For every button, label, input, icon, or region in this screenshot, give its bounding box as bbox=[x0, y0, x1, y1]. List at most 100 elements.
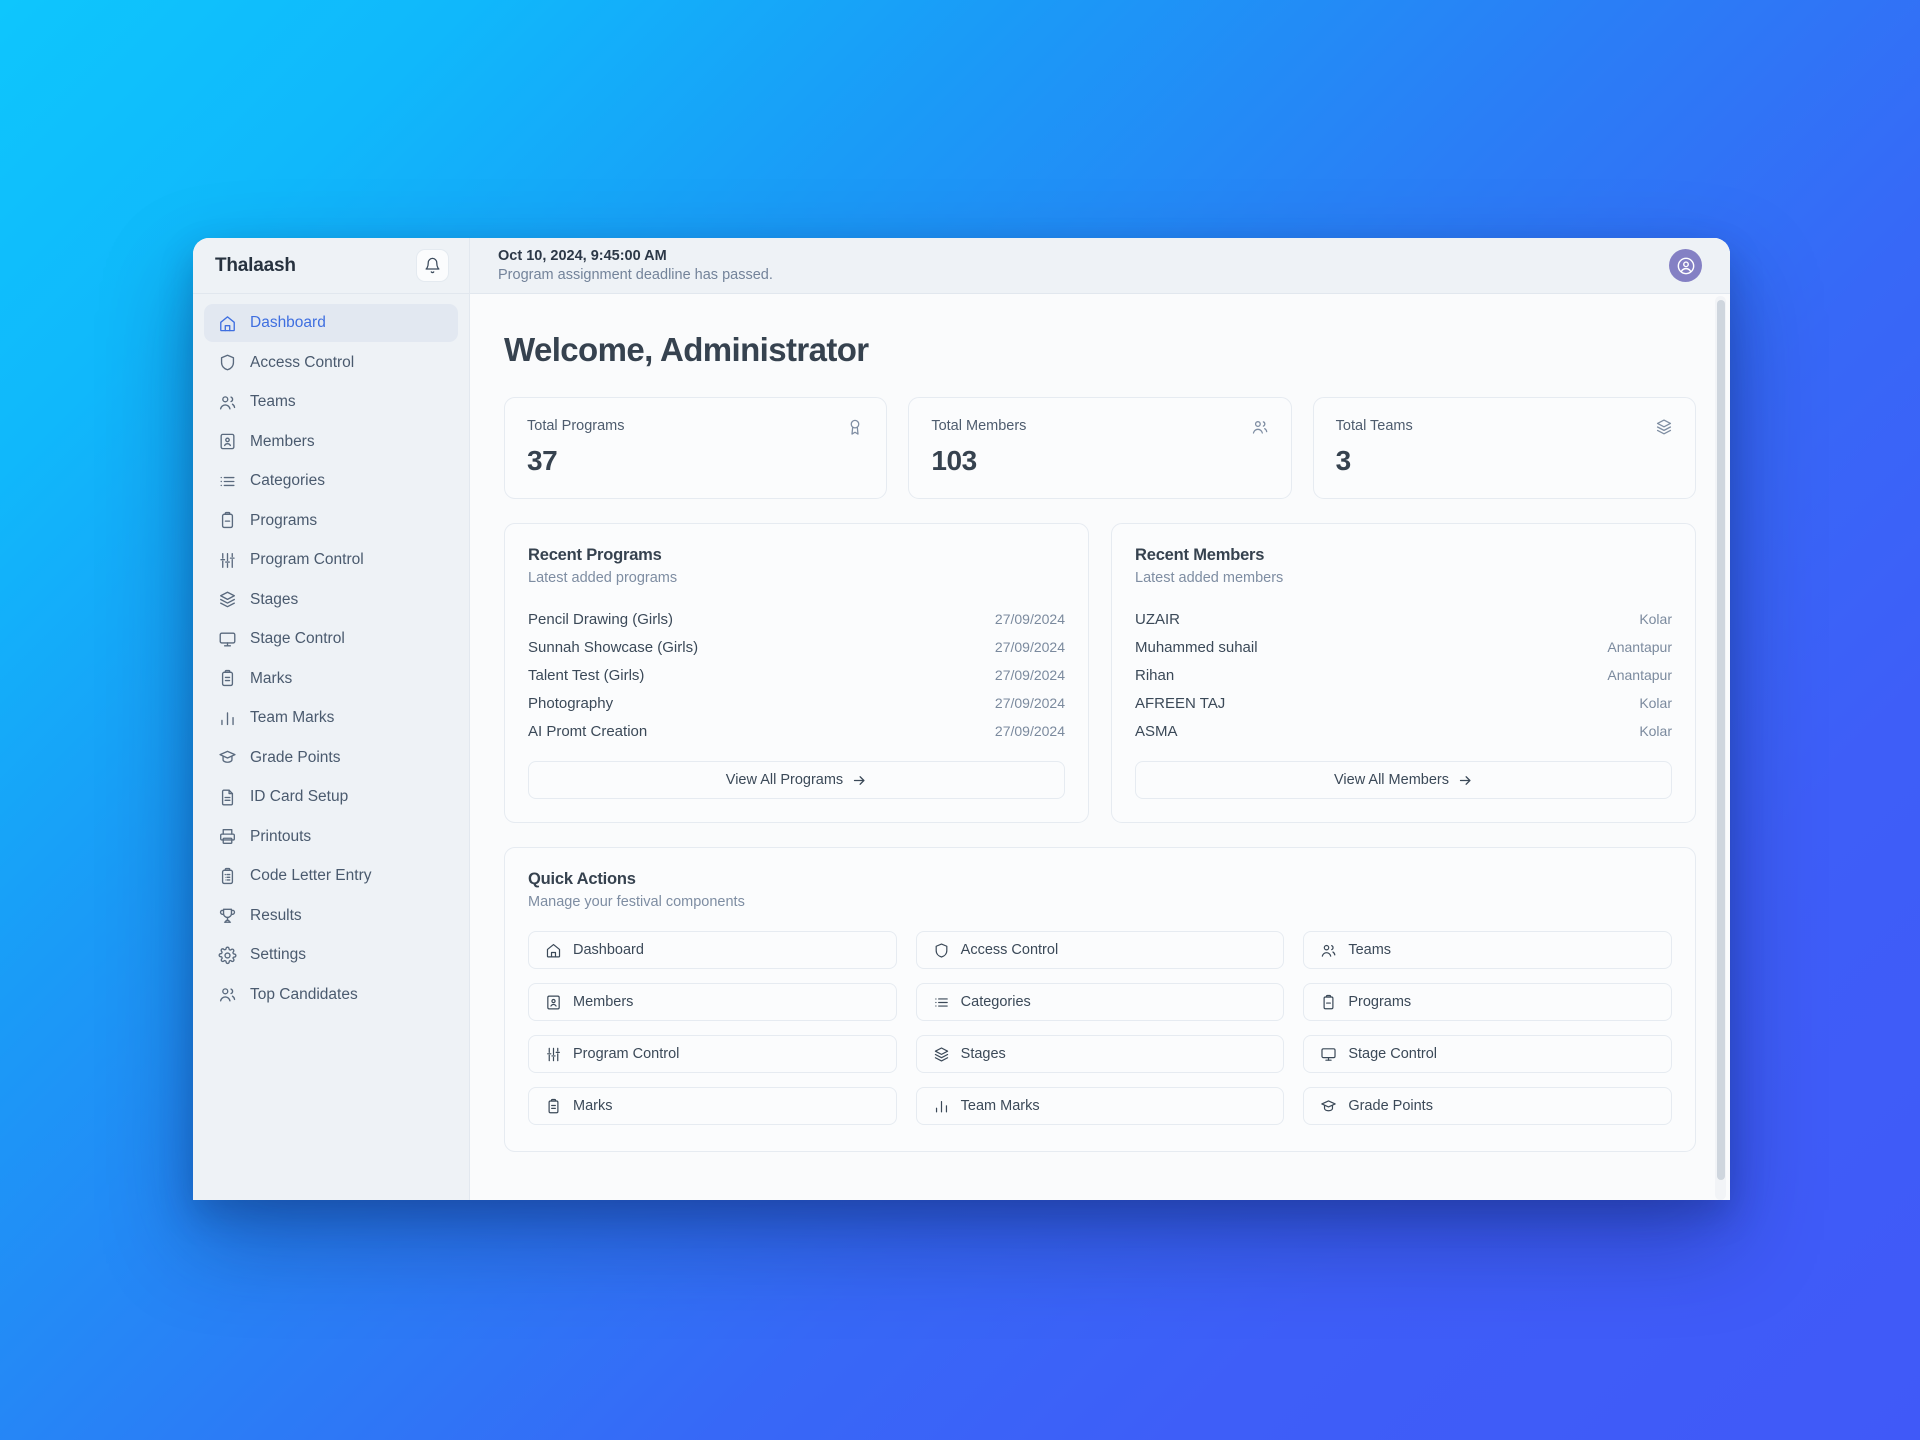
sidebar-item-stage-control[interactable]: Stage Control bbox=[204, 620, 458, 658]
view-all-programs-label: View All Programs bbox=[725, 772, 844, 788]
sidebar-item-teams[interactable]: Teams bbox=[204, 383, 458, 421]
list-item[interactable]: Sunnah Showcase (Girls) 27/09/2024 bbox=[528, 633, 1065, 661]
recent-members-subtitle: Latest added members bbox=[1135, 570, 1284, 586]
layers-icon bbox=[933, 1046, 950, 1063]
list-item[interactable]: AFREEN TAJ Kolar bbox=[1135, 689, 1672, 717]
stat-label: Total Members bbox=[931, 418, 1027, 434]
sidebar-item-results[interactable]: Results bbox=[204, 897, 458, 935]
layers-icon bbox=[218, 590, 237, 609]
sidebar-item-dashboard[interactable]: Dashboard bbox=[204, 304, 458, 342]
quick-action-grade-points[interactable]: Grade Points bbox=[1303, 1087, 1672, 1125]
quick-action-access-control[interactable]: Access Control bbox=[915, 931, 1285, 969]
sidebar-item-team-marks[interactable]: Team Marks bbox=[204, 699, 458, 737]
sidebar-item-printouts[interactable]: Printouts bbox=[204, 818, 458, 856]
award-icon bbox=[846, 418, 864, 436]
quick-action-teams[interactable]: Teams bbox=[1303, 931, 1672, 969]
printer-icon bbox=[218, 827, 237, 846]
list-item-meta: 27/09/2024 bbox=[994, 723, 1065, 739]
arrow-right-icon bbox=[852, 773, 867, 788]
list-item-meta: 27/09/2024 bbox=[994, 667, 1065, 683]
sidebar-item-label: Dashboard bbox=[250, 314, 326, 331]
sidebar-item-access-control[interactable]: Access Control bbox=[204, 344, 458, 382]
topbar-notice: Program assignment deadline has passed. bbox=[498, 266, 773, 283]
stats-row: Total Programs 37 Total Members 103 Total Te… bbox=[504, 397, 1696, 499]
clipboard-list-icon bbox=[218, 867, 237, 886]
sidebar-item-stages[interactable]: Stages bbox=[204, 581, 458, 619]
quick-action-label: Stage Control bbox=[1348, 1046, 1437, 1062]
list-item[interactable]: Talent Test (Girls) 27/09/2024 bbox=[528, 661, 1065, 689]
main-area: Oct 10, 2024, 9:45:00 AM Program assignm… bbox=[470, 238, 1730, 1200]
sidebar-item-settings[interactable]: Settings bbox=[204, 936, 458, 974]
users-icon bbox=[1320, 942, 1337, 959]
notifications-button[interactable] bbox=[416, 249, 449, 282]
sidebar-item-label: Top Candidates bbox=[250, 985, 358, 1003]
quick-action-label: Access Control bbox=[960, 942, 1059, 958]
list-item[interactable]: AI Promt Creation 27/09/2024 bbox=[528, 717, 1065, 745]
list-item[interactable]: Photography 27/09/2024 bbox=[528, 689, 1065, 717]
list-item[interactable]: Pencil Drawing (Girls) 27/09/2024 bbox=[528, 605, 1065, 633]
layers-icon bbox=[1655, 418, 1673, 436]
bell-icon bbox=[424, 257, 441, 274]
view-all-programs-button[interactable]: View All Programs bbox=[528, 761, 1065, 799]
shield-icon bbox=[933, 942, 950, 959]
quick-action-label: Programs bbox=[1348, 994, 1412, 1010]
list-item[interactable]: UZAIR Kolar bbox=[1135, 605, 1672, 633]
sidebar-item-label: Programs bbox=[250, 511, 318, 529]
main-scrollbar-thumb[interactable] bbox=[1716, 300, 1725, 1180]
sidebar-item-label: Marks bbox=[250, 669, 293, 687]
sidebar-item-label: Team Marks bbox=[250, 709, 335, 726]
home-icon bbox=[218, 314, 237, 333]
list-item[interactable]: Muhammed suhail Anantapur bbox=[1135, 633, 1672, 661]
quick-action-label: Program Control bbox=[573, 1046, 680, 1062]
sidebar-item-label: Teams bbox=[250, 393, 296, 410]
graduation-cap-icon bbox=[218, 748, 237, 767]
quick-actions-card: Quick Actions Manage your festival compo… bbox=[504, 847, 1696, 1152]
topbar-timestamp: Oct 10, 2024, 9:45:00 AM bbox=[498, 247, 667, 264]
sidebar-item-code-letter-entry[interactable]: Code Letter Entry bbox=[204, 857, 458, 895]
sidebar-item-grade-points[interactable]: Grade Points bbox=[204, 739, 458, 777]
bar-chart-icon bbox=[933, 1098, 950, 1115]
view-all-members-button[interactable]: View All Members bbox=[1135, 761, 1672, 799]
stat-label: Total Programs bbox=[527, 418, 625, 434]
quick-action-label: Members bbox=[573, 994, 634, 1010]
sidebar-item-top-candidates[interactable]: Top Candidates bbox=[204, 976, 458, 1014]
list-item-meta: Anantapur bbox=[1607, 639, 1672, 655]
quick-action-marks[interactable]: Marks bbox=[528, 1087, 897, 1125]
list-icon bbox=[933, 994, 950, 1011]
list-item-name: Sunnah Showcase (Girls) bbox=[528, 638, 699, 656]
sidebar-item-label: Members bbox=[250, 432, 315, 450]
id-badge-icon bbox=[218, 432, 237, 451]
list-item[interactable]: Rihan Anantapur bbox=[1135, 661, 1672, 689]
sidebar-item-members[interactable]: Members bbox=[204, 423, 458, 461]
quick-action-label: Teams bbox=[1348, 942, 1392, 958]
main-scrollbar[interactable] bbox=[1715, 296, 1726, 1200]
sidebar-item-marks[interactable]: Marks bbox=[204, 660, 458, 698]
stat-value: 103 bbox=[931, 445, 977, 476]
recent-members-title: Recent Members bbox=[1135, 546, 1265, 564]
list-item[interactable]: ASMA Kolar bbox=[1135, 717, 1672, 745]
quick-action-programs[interactable]: Programs bbox=[1303, 983, 1672, 1021]
list-item-name: UZAIR bbox=[1135, 610, 1180, 628]
quick-action-stage-control[interactable]: Stage Control bbox=[1303, 1035, 1672, 1073]
sidebar-item-label: Stage Control bbox=[250, 630, 345, 647]
sidebar-item-id-card-setup[interactable]: ID Card Setup bbox=[204, 778, 458, 816]
sidebar-item-program-control[interactable]: Program Control bbox=[204, 541, 458, 579]
avatar[interactable] bbox=[1669, 249, 1702, 282]
recent-programs-title: Recent Programs bbox=[528, 546, 662, 564]
topbar: Oct 10, 2024, 9:45:00 AM Program assignm… bbox=[470, 238, 1730, 294]
clipboard-minus-icon bbox=[1320, 994, 1337, 1011]
quick-action-stages[interactable]: Stages bbox=[915, 1035, 1285, 1073]
stat-value: 37 bbox=[527, 445, 558, 476]
clipboard-icon bbox=[545, 1098, 562, 1115]
sidebar-item-label: Stages bbox=[250, 590, 299, 608]
quick-action-categories[interactable]: Categories bbox=[915, 983, 1285, 1021]
stat-label: Total Teams bbox=[1335, 418, 1413, 434]
quick-action-members[interactable]: Members bbox=[528, 983, 897, 1021]
quick-action-label: Team Marks bbox=[960, 1098, 1040, 1114]
quick-action-program-control[interactable]: Program Control bbox=[528, 1035, 897, 1073]
quick-action-team-marks[interactable]: Team Marks bbox=[915, 1087, 1285, 1125]
quick-action-dashboard[interactable]: Dashboard bbox=[528, 931, 897, 969]
quick-action-label: Dashboard bbox=[573, 942, 644, 958]
sidebar-item-programs[interactable]: Programs bbox=[204, 502, 458, 540]
sidebar-item-categories[interactable]: Categories bbox=[204, 462, 458, 500]
